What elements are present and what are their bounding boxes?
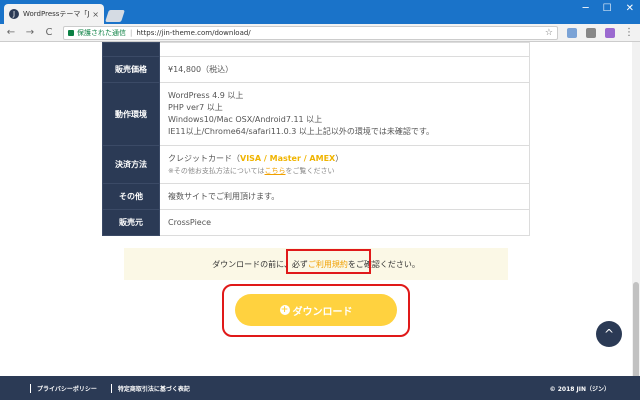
browser-titlebar: J WordPressテーマ「JIN」ダウ × ─ ☐ ✕ xyxy=(0,0,640,24)
payment-prefix: クレジットカード（ xyxy=(168,153,240,163)
payment-value: クレジットカード（VISA / Master / AMEX） ※その他お支払方法… xyxy=(159,145,530,184)
bookmark-star-icon[interactable]: ☆ xyxy=(545,28,553,38)
price-label: 販売価格 xyxy=(102,56,160,83)
site-footer: プライバシーポリシー 特定商取引法に基づく表記 © 2018 JIN（ジン） xyxy=(0,376,640,400)
new-tab-button[interactable] xyxy=(105,10,125,22)
secure-label: 保護された通信 xyxy=(77,28,126,37)
seller-label: 販売元 xyxy=(102,209,160,236)
table-row-payment: 決済方法 クレジットカード（VISA / Master / AMEX） ※その他… xyxy=(102,145,530,184)
maximize-icon[interactable]: ☐ xyxy=(603,3,612,14)
close-window-icon[interactable]: ✕ xyxy=(626,3,634,14)
extension-icon[interactable] xyxy=(605,27,615,38)
other-value: 複数サイトでご利用頂けます。 xyxy=(159,183,530,210)
table-row-cutoff xyxy=(102,42,530,57)
window-controls: ─ ☐ ✕ xyxy=(583,3,634,14)
other-label: その他 xyxy=(102,183,160,210)
env-line: Windows10/Mac OSX/Android7.11 以上 xyxy=(168,115,323,124)
other-payment-link[interactable]: こちら xyxy=(265,167,286,175)
annotation-highlight-box xyxy=(222,284,410,337)
reload-icon[interactable]: C xyxy=(44,27,54,38)
jin-favicon-icon: J xyxy=(9,9,19,19)
browser-toolbar: ← → C 保護された通信 | https://jin-theme.com/do… xyxy=(0,24,640,42)
annotation-highlight-box xyxy=(286,249,371,274)
tab-title: WordPressテーマ「JIN」ダウ xyxy=(23,10,90,18)
table-row-environment: 動作環境 WordPress 4.9 以上 PHP ver7 以上 Window… xyxy=(102,82,530,146)
page-viewport: 販売価格 ¥14,800（税込） 動作環境 WordPress 4.9 以上 P… xyxy=(0,42,640,376)
url-text[interactable]: https://jin-theme.com/download/ xyxy=(136,29,545,37)
env-line: WordPress 4.9 以上 xyxy=(168,91,244,100)
payment-suffix: ） xyxy=(335,153,344,163)
browser-tab[interactable]: J WordPressテーマ「JIN」ダウ × xyxy=(4,4,104,24)
extension-icon[interactable] xyxy=(567,27,577,38)
table-row-other: その他 複数サイトでご利用頂けます。 xyxy=(102,183,530,210)
env-line: PHP ver7 以上 xyxy=(168,103,223,112)
environment-label: 動作環境 xyxy=(102,82,160,146)
environment-value: WordPress 4.9 以上 PHP ver7 以上 Windows10/M… xyxy=(159,82,530,146)
table-row-seller: 販売元 CrossPiece xyxy=(102,209,530,236)
url-separator: | xyxy=(130,28,133,37)
forward-arrow-icon[interactable]: → xyxy=(25,27,35,38)
browser-menu-icon[interactable]: ⋮ xyxy=(624,27,634,38)
payment-note: ※その他お支払方法については xyxy=(168,166,265,175)
card-brands: VISA / Master / AMEX xyxy=(240,153,336,163)
payment-note-suffix: をご覧ください xyxy=(285,166,335,175)
minimize-icon[interactable]: ─ xyxy=(583,3,589,14)
camera-extension-icon[interactable] xyxy=(586,27,596,38)
payment-label: 決済方法 xyxy=(102,145,160,184)
spec-table: 販売価格 ¥14,800（税込） 動作環境 WordPress 4.9 以上 P… xyxy=(102,42,530,236)
page-scrollbar[interactable] xyxy=(632,42,640,400)
copyright: © 2018 JIN（ジン） xyxy=(549,385,610,393)
lock-icon xyxy=(68,29,74,36)
price-value: ¥14,800（税込） xyxy=(159,56,530,83)
address-bar[interactable]: 保護された通信 | https://jin-theme.com/download… xyxy=(63,25,558,40)
privacy-policy-link[interactable]: プライバシーポリシー xyxy=(30,383,97,393)
back-arrow-icon[interactable]: ← xyxy=(6,27,16,38)
back-to-top-icon[interactable]: ^ xyxy=(596,321,622,347)
seller-value: CrossPiece xyxy=(159,209,530,236)
table-row-price: 販売価格 ¥14,800（税込） xyxy=(102,56,530,83)
commerce-law-link[interactable]: 特定商取引法に基づく表記 xyxy=(110,383,190,393)
env-line: IE11以上/Chrome64/safari11.0.3 以上上記以外の環境では… xyxy=(168,127,435,136)
tab-close-icon[interactable]: × xyxy=(92,10,99,19)
